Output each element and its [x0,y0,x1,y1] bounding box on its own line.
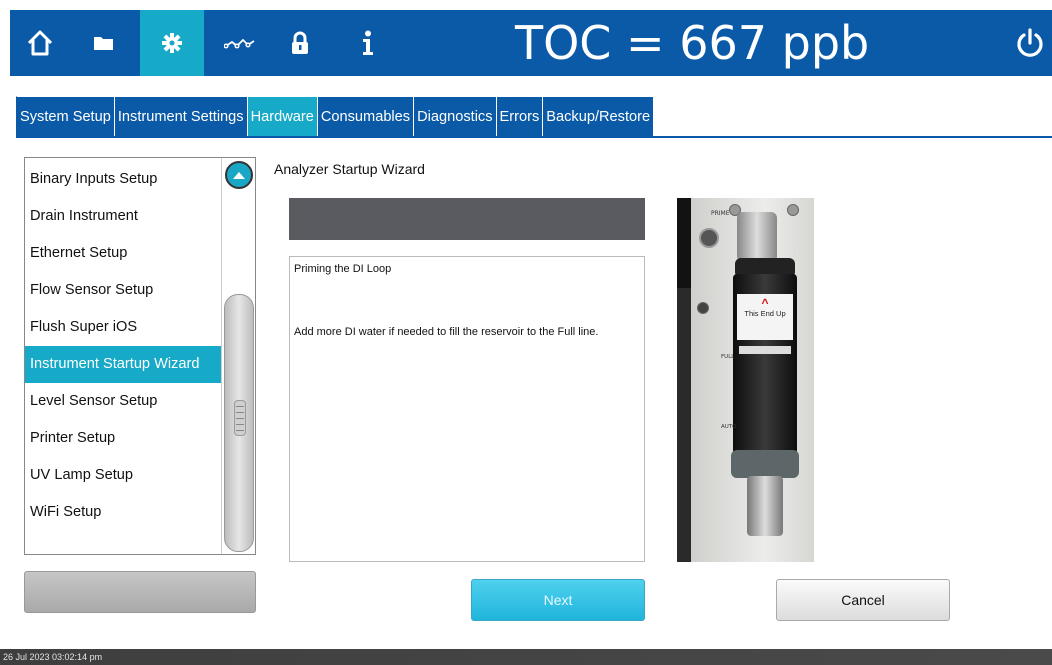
scroll-up-button[interactable] [225,161,253,189]
list-item-ethernet-setup[interactable]: Ethernet Setup [25,235,223,272]
tab-instrument-settings[interactable]: Instrument Settings [114,96,248,137]
tab-bar: System Setup Instrument Settings Hardwar… [16,96,655,137]
info-button[interactable] [344,10,392,76]
next-button[interactable]: Next [471,579,645,621]
home-icon [27,30,53,56]
status-bar: 26 Jul 2023 03:02:14 pm [0,649,1052,665]
timestamp: 26 Jul 2023 03:02:14 pm [3,652,103,662]
trend-icon [224,38,255,49]
scroll-thumb[interactable] [224,294,254,552]
lock-icon [292,31,308,54]
list-item-binary-inputs-setup[interactable]: Binary Inputs Setup [25,161,223,198]
tab-divider [16,136,1052,138]
list-item-printer-setup[interactable]: Printer Setup [25,420,223,457]
tab-consumables[interactable]: Consumables [317,96,415,137]
full-mark: FULL [721,354,735,360]
tab-hardware[interactable]: Hardware [247,96,318,137]
list-item-instrument-startup-wizard[interactable]: Instrument Startup Wizard [25,346,223,383]
step-heading: Priming the DI Loop [294,263,392,275]
auto-mark: AUTO [721,424,737,430]
tab-errors[interactable]: Errors [496,96,544,137]
tab-system-setup[interactable]: System Setup [16,96,115,137]
folder-button[interactable] [70,10,138,76]
chevron-up-icon [233,172,245,179]
info-icon [363,30,373,55]
gear-icon [162,33,182,53]
list-item-level-sensor-setup[interactable]: Level Sensor Setup [25,383,223,420]
reservoir-photo: PRIME ^ This End Up FULL AUTO [677,198,814,562]
tab-diagnostics[interactable]: Diagnostics [414,96,497,137]
power-button[interactable] [1014,27,1046,59]
list-item-flush-super-ios[interactable]: Flush Super iOS [25,309,223,346]
list-scrollbar[interactable] [221,158,255,554]
home-button[interactable] [10,10,70,76]
list-item-flow-sensor-setup[interactable]: Flow Sensor Setup [25,272,223,309]
power-icon [1017,28,1043,57]
toc-reading: TOC = 667 ppb [515,16,870,70]
cartridge-label: ^ This End Up [737,294,793,340]
wizard-step-bar [289,198,645,240]
wizard-title: Analyzer Startup Wizard [274,161,425,177]
wizard-instructions: Priming the DI Loop Add more DI water if… [289,256,645,562]
folder-icon [94,37,113,50]
hardware-menu-list: Binary Inputs Setup Drain Instrument Eth… [24,157,256,555]
scroll-grip-icon [234,400,246,436]
trend-button[interactable] [208,10,272,76]
list-item-uv-lamp-setup[interactable]: UV Lamp Setup [25,457,223,494]
prime-switch-image [699,228,719,248]
list-item-drain-instrument[interactable]: Drain Instrument [25,198,223,235]
cancel-button[interactable]: Cancel [776,579,950,621]
settings-button[interactable] [140,10,204,76]
list-item-wifi-setup[interactable]: WiFi Setup [25,494,223,531]
prime-label: PRIME [711,210,730,217]
top-bar: TOC = 667 ppb [10,10,1052,76]
lock-button[interactable] [276,10,324,76]
tab-backup-restore[interactable]: Backup/Restore [543,96,655,137]
step-text: Add more DI water if needed to fill the … [294,326,599,338]
sidebar-action-button[interactable] [24,571,256,613]
cartridge-label-text: This End Up [744,309,786,318]
